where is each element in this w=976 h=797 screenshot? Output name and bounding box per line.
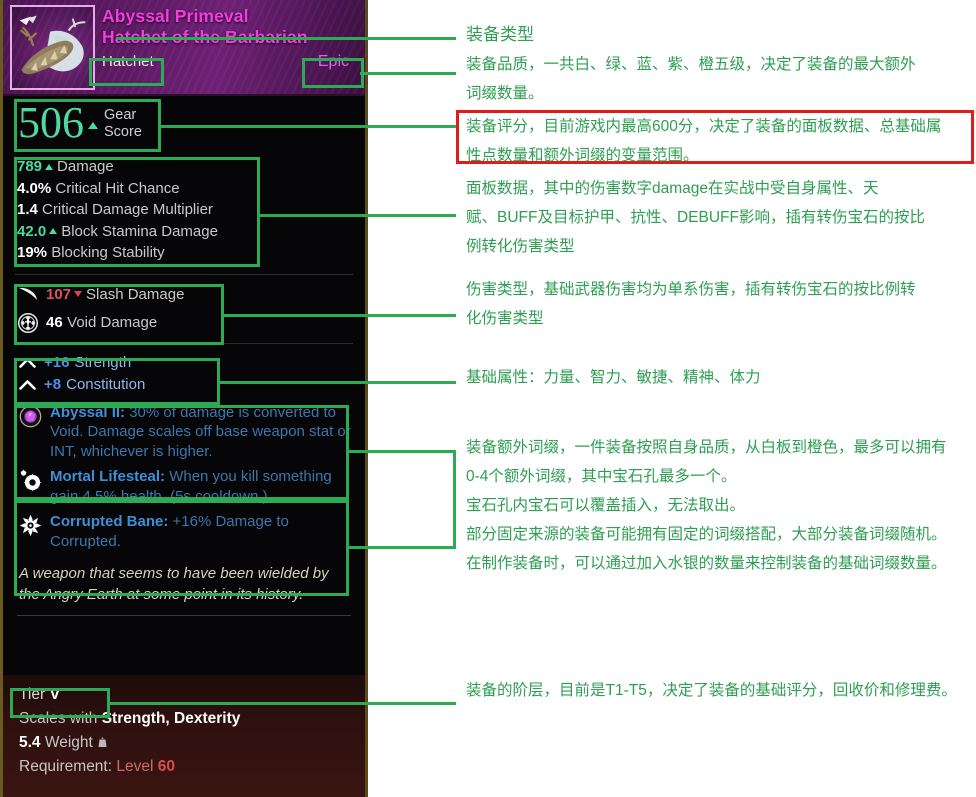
void-damage-icon xyxy=(17,312,39,333)
hatchet-antler-icon xyxy=(19,15,86,75)
requirement-row: Requirement: Level 60 xyxy=(19,758,175,775)
damage-types-block: 107 Slash Damage 46 Void Damage xyxy=(3,281,365,337)
gear-score-value: 506 xyxy=(18,98,84,147)
perks-block: Abyssal II: 30% of damage is converted t… xyxy=(3,400,365,555)
connector-attributes xyxy=(217,381,456,384)
connector-rarity xyxy=(360,72,456,75)
damage-type-row: 46 Void Damage xyxy=(17,309,365,337)
perk-text: Mortal Lifesteal: When you kill somethin… xyxy=(50,468,332,505)
connector-item-type xyxy=(116,37,456,40)
trend-up-icon xyxy=(49,228,58,235)
note-equip-type: 装备类型 xyxy=(466,25,534,44)
note-panel-data: 面板数据，其中的伤害数字damage在实战中受自身属性、天 赋、BUFF及目标护… xyxy=(466,180,925,255)
slash-damage-icon xyxy=(19,287,37,302)
connector-tier xyxy=(107,702,456,705)
connector-perks-top xyxy=(346,450,456,453)
connector-damage-types xyxy=(221,314,456,317)
attribute-row: +16 Strength xyxy=(19,352,365,374)
chevron-up-icon xyxy=(19,379,36,390)
note-perks: 装备额外词缀，一件装备按照自身品质，从白板到橙色，最多可以拥有 0-4个额外词缀… xyxy=(466,439,947,572)
item-rarity-label: Epic xyxy=(317,53,349,70)
stat-row: 19% Blocking Stability xyxy=(17,244,165,261)
gear-score-label: Gear Score xyxy=(104,107,142,140)
stats-block: 789 Damage 4.0% Critical Hit Chance 1.4 C… xyxy=(3,154,365,268)
note-quality: 装备品质，一共白、绿、蓝、紫、橙五级，决定了装备的最大额外 词缀数量。 xyxy=(466,56,916,102)
item-footer: Tier V Scales with Strength, Dexterity 5… xyxy=(3,675,365,797)
stat-row: 4.0% Critical Hit Chance xyxy=(17,179,180,197)
mortal-lifesteal-icon xyxy=(20,469,42,492)
damage-type-row: 107 Slash Damage xyxy=(17,281,365,309)
gem-socket-icon xyxy=(19,405,42,427)
perk-text: Abyssal II: 30% of damage is converted t… xyxy=(50,403,351,460)
perk-text: Corrupted Bane: +16% Damage to Corrupted… xyxy=(50,513,289,550)
perk-row: Mortal Lifesteal: When you kill somethin… xyxy=(3,464,365,509)
stat-row: 789 Damage xyxy=(17,158,114,175)
divider xyxy=(15,273,353,275)
weight-row: 5.4 Weight xyxy=(19,731,365,755)
stat-row: 42.0 Block Stamina Damage xyxy=(17,222,218,240)
item-icon xyxy=(10,5,95,90)
attribute-row: +8 Constitution xyxy=(19,374,365,396)
note-tier: 装备的阶层，目前是T1-T5，决定了装备的基础评分，回收价和修理费。 xyxy=(466,682,957,699)
divider xyxy=(15,342,353,344)
note-attributes: 基础属性：力量、智力、敏捷、精神、体力 xyxy=(466,369,761,386)
trend-up-icon xyxy=(45,163,54,170)
perk-row: Corrupted Bane: +16% Damage to Corrupted… xyxy=(3,509,365,554)
chevron-up-icon xyxy=(19,357,36,368)
gear-score-up-arrow-icon xyxy=(88,121,98,129)
note-gear-score: 装备评分，目前游戏内最高600分，决定了装备的面板数据、总基础属 性点数量和额外… xyxy=(466,118,942,164)
item-header: Abyssal Primeval Hatchet of the Barbaria… xyxy=(3,0,365,96)
corrupted-bane-icon xyxy=(19,514,42,537)
connector-perks-bottom xyxy=(346,546,456,549)
trend-down-icon xyxy=(74,291,83,297)
flavor-text: A weapon that seems to have been wielded… xyxy=(19,565,329,603)
stat-row: 1.4 Critical Damage Multiplier xyxy=(17,201,213,218)
divider xyxy=(17,615,351,616)
item-name-line1: Abyssal Primeval xyxy=(102,6,249,26)
connector-stats xyxy=(257,214,456,217)
item-type-label: Hatchet xyxy=(102,53,154,70)
item-tooltip-card: Abyssal Primeval Hatchet of the Barbaria… xyxy=(0,0,368,797)
connector-gear-score xyxy=(158,125,456,128)
perk-row: Abyssal II: 30% of damage is converted t… xyxy=(3,400,365,465)
note-damage-type: 伤害类型，基础武器伤害均为单系伤害，插有转伤宝石的按比例转 化伤害类型 xyxy=(466,281,916,327)
attributes-block: +16 Strength +8 Constitution xyxy=(3,350,365,396)
weight-icon xyxy=(98,737,107,747)
scales-with-row: Scales with Strength, Dexterity xyxy=(19,710,241,727)
connector-perks-bracket xyxy=(453,450,456,549)
